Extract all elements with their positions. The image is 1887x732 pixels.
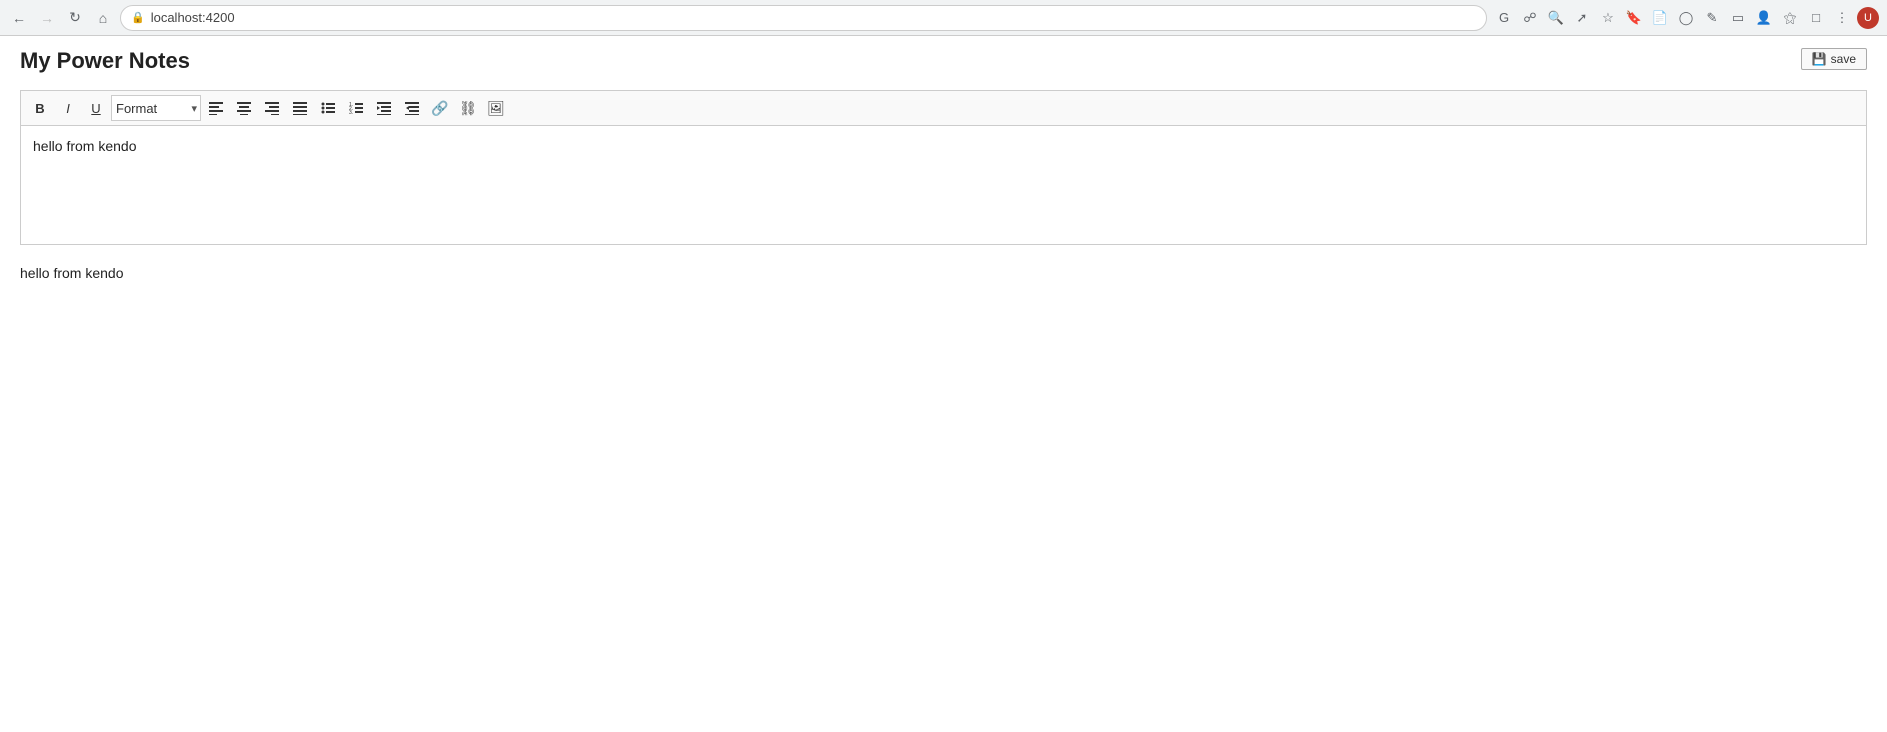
bookmark-icon[interactable]: ☆ — [1597, 7, 1619, 29]
reader-icon[interactable]: 📄 — [1649, 7, 1671, 29]
save-icon: 💾 — [1812, 52, 1827, 66]
align-left-button[interactable] — [203, 95, 229, 121]
app-content: 💾 save My Power Notes B I U Format Headi… — [0, 36, 1887, 293]
format-select-wrapper[interactable]: Format Heading 1 Heading 2 Heading 3 Par… — [111, 95, 201, 121]
chrome-icon[interactable]: ◯ — [1675, 7, 1697, 29]
insert-link-button[interactable]: 🔗 — [427, 95, 453, 121]
translate-icon[interactable]: ☍ — [1519, 7, 1541, 29]
svg-text:3.: 3. — [349, 110, 353, 115]
align-right-button[interactable] — [259, 95, 285, 121]
home-button[interactable]: ⌂ — [92, 7, 114, 29]
underline-button[interactable]: U — [83, 95, 109, 121]
browser-chrome: ← → ↻ ⌂ 🔒 localhost:4200 G ☍ 🔍 ➚ ☆ 🔖 📄 ◯… — [0, 0, 1887, 36]
lock-icon: 🔒 — [131, 11, 145, 24]
editor-toolbar: B I U Format Heading 1 Heading 2 Heading… — [20, 90, 1867, 125]
align-center-button[interactable] — [231, 95, 257, 121]
window-icon[interactable]: □ — [1805, 7, 1827, 29]
pen-icon[interactable]: ✎ — [1701, 7, 1723, 29]
phone-icon[interactable]: ▭ — [1727, 7, 1749, 29]
insert-image-button[interactable]: 🖼 — [483, 95, 509, 121]
italic-button[interactable]: I — [55, 95, 81, 121]
outdent-button[interactable] — [399, 95, 425, 121]
zoom-icon[interactable]: 🔍 — [1545, 7, 1567, 29]
save-label: save — [1831, 52, 1856, 66]
editor-area[interactable]: hello from kendo — [21, 126, 1866, 226]
url-text: localhost:4200 — [151, 10, 235, 25]
bookmark-save-icon[interactable]: 🔖 — [1623, 7, 1645, 29]
format-select[interactable]: Format Heading 1 Heading 2 Heading 3 Par… — [111, 95, 201, 121]
menu-icon[interactable]: ⋮ — [1831, 7, 1853, 29]
forward-button[interactable]: → — [36, 7, 58, 29]
save-button[interactable]: 💾 save — [1801, 48, 1867, 70]
ordered-list-button[interactable]: 1.2.3. — [343, 95, 369, 121]
editor-container: hello from kendo — [20, 125, 1867, 245]
google-icon[interactable]: G — [1493, 7, 1515, 29]
account-icon[interactable]: 👤 — [1753, 7, 1775, 29]
back-button[interactable]: ← — [8, 7, 30, 29]
unordered-list-button[interactable] — [315, 95, 341, 121]
output-text: hello from kendo — [20, 265, 124, 281]
page-title: My Power Notes — [20, 48, 1867, 74]
indent-button[interactable] — [371, 95, 397, 121]
unlink-button[interactable]: ⛓ — [455, 95, 481, 121]
output-area: hello from kendo — [20, 265, 1867, 281]
reload-button[interactable]: ↻ — [64, 7, 86, 29]
extensions-icon[interactable]: ⚝ — [1779, 7, 1801, 29]
bold-button[interactable]: B — [27, 95, 53, 121]
share-icon[interactable]: ➚ — [1571, 7, 1593, 29]
align-justify-button[interactable] — [287, 95, 313, 121]
browser-actions: G ☍ 🔍 ➚ ☆ 🔖 📄 ◯ ✎ ▭ 👤 ⚝ □ ⋮ U — [1493, 7, 1879, 29]
profile-avatar[interactable]: U — [1857, 7, 1879, 29]
address-bar[interactable]: 🔒 localhost:4200 — [120, 5, 1487, 31]
